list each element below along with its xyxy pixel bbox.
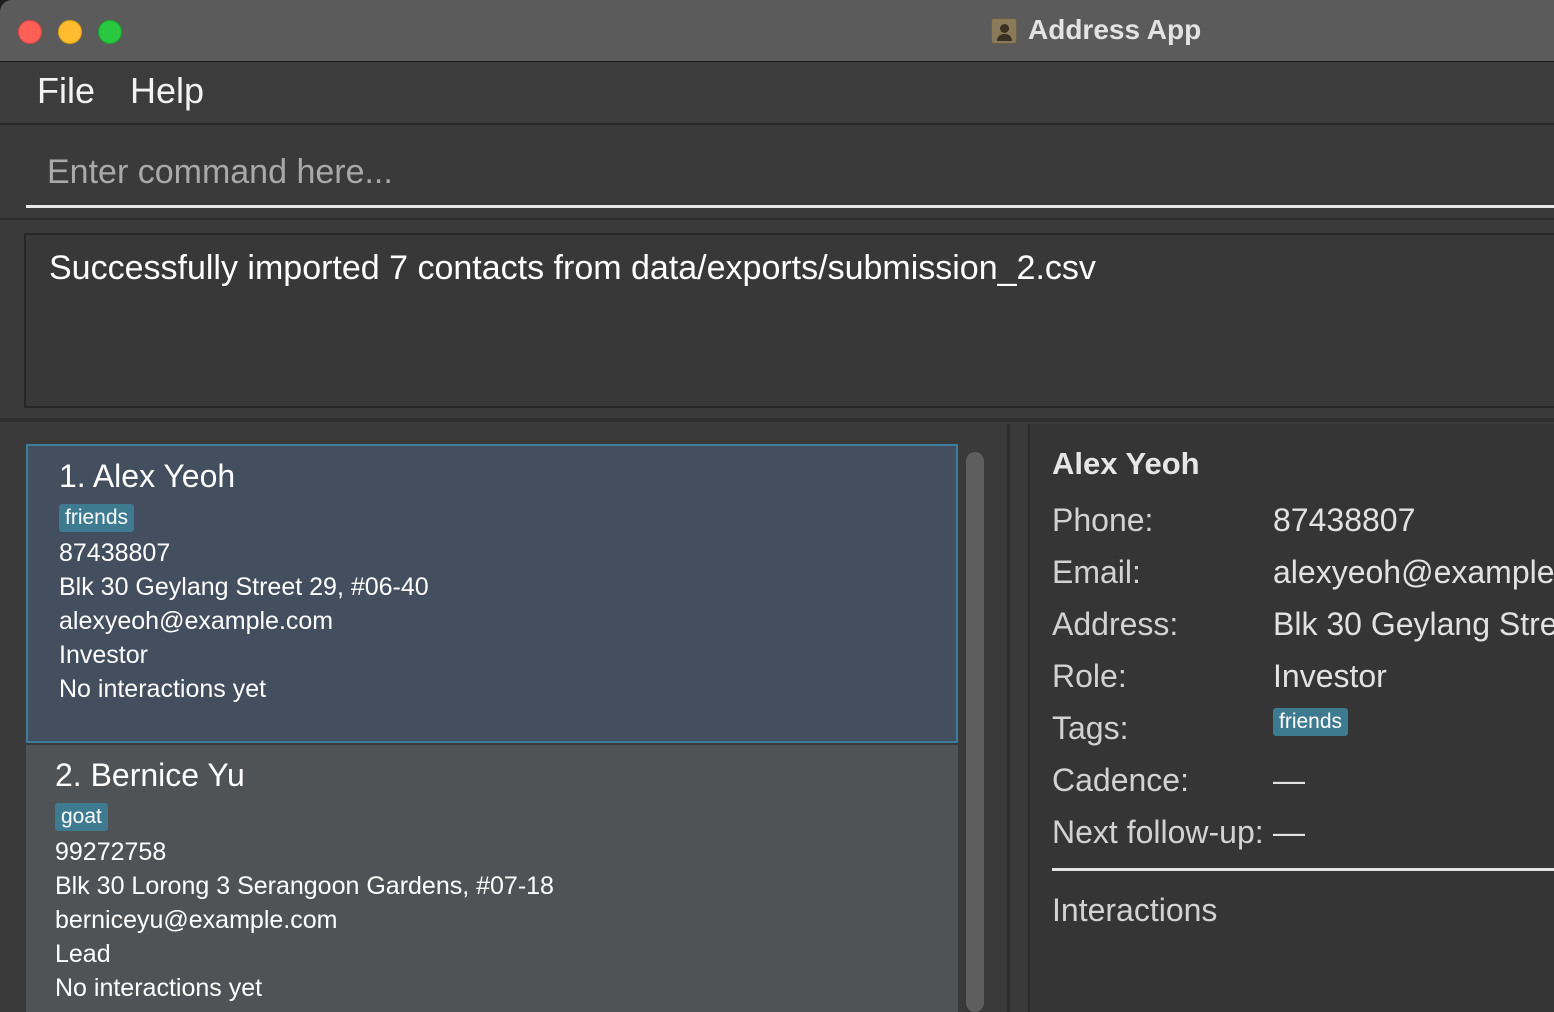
menu-bar: File Help (0, 62, 1554, 125)
person-detail-panel: Alex Yeoh Phone: 87438807 Email: alexyeo… (1028, 424, 1554, 1012)
close-window-button[interactable] (18, 20, 42, 44)
person-phone: 99272758 (55, 838, 167, 866)
interactions-heading: Interactions (1052, 892, 1218, 928)
command-input[interactable] (26, 140, 1554, 208)
result-message: Successfully imported 7 contacts from da… (49, 249, 1096, 287)
detail-tag-badge: friends (1273, 708, 1349, 736)
person-card[interactable]: 1. Alex Yeoh friends 87438807 Blk 30 Gey… (26, 444, 958, 743)
scrollbar-thumb[interactable] (966, 452, 984, 1012)
person-email: alexyeoh@example.com (59, 607, 334, 635)
person-card[interactable]: 2. Bernice Yu goat 99272758 Blk 30 Loron… (26, 745, 958, 1012)
detail-email-label: Email: (1052, 554, 1141, 590)
detail-phone-label: Phone: (1052, 502, 1154, 538)
panel-divider (0, 418, 1554, 422)
person-address: Blk 30 Geylang Street 29, #06-40 (59, 573, 429, 601)
tag-badge: goat (55, 803, 108, 831)
contact-book-icon (991, 18, 1017, 44)
window-title: Address App (1028, 14, 1202, 45)
person-name: 1. Alex Yeoh (59, 458, 236, 494)
menu-file[interactable]: File (37, 70, 95, 112)
person-email: berniceyu@example.com (55, 906, 338, 934)
person-name: 2. Bernice Yu (55, 757, 245, 793)
list-scrollbar[interactable] (966, 452, 984, 1012)
person-list-panel: 1. Alex Yeoh friends 87438807 Blk 30 Gey… (8, 424, 1010, 1012)
detail-followup-label: Next follow-up: (1052, 814, 1264, 850)
detail-role-value: Investor (1273, 658, 1387, 694)
detail-address-label: Address: (1052, 606, 1179, 642)
detail-name: Alex Yeoh (1052, 446, 1200, 481)
person-interactions: No interactions yet (55, 974, 263, 1002)
person-interactions: No interactions yet (59, 675, 267, 703)
detail-email-value: alexyeoh@example.com (1273, 554, 1554, 590)
detail-followup-value: — (1273, 814, 1305, 850)
minimize-window-button[interactable] (58, 20, 82, 44)
person-phone: 87438807 (59, 539, 171, 567)
person-role: Investor (59, 641, 148, 669)
detail-separator (1052, 868, 1554, 871)
tag-badge: friends (59, 504, 135, 532)
detail-cadence-value: — (1273, 762, 1305, 798)
maximize-window-button[interactable] (98, 20, 122, 44)
app-window: Address App File Help Successfully impor… (0, 0, 1554, 1012)
detail-phone-value: 87438807 (1273, 502, 1416, 538)
result-display: Successfully imported 7 contacts from da… (24, 233, 1554, 408)
menu-help[interactable]: Help (130, 70, 204, 112)
command-box (0, 126, 1554, 220)
title-bar[interactable]: Address App (0, 0, 1554, 62)
person-role: Lead (55, 940, 111, 968)
detail-cadence-label: Cadence: (1052, 762, 1189, 798)
detail-role-label: Role: (1052, 658, 1127, 694)
detail-tags-label: Tags: (1052, 710, 1129, 746)
person-address: Blk 30 Lorong 3 Serangoon Gardens, #07-1… (55, 872, 554, 900)
detail-address-value: Blk 30 Geylang Street 29, #06-40 (1273, 606, 1554, 642)
